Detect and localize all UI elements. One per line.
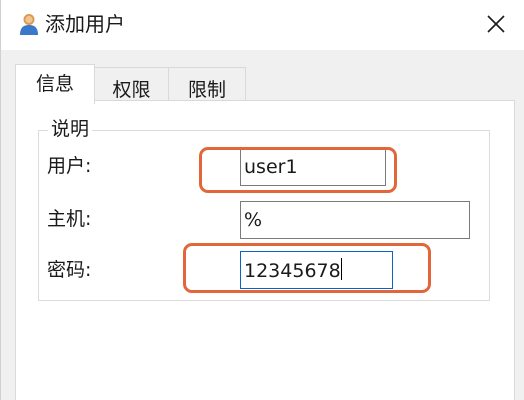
host-label: 主机:	[47, 208, 92, 230]
close-button[interactable]	[481, 8, 511, 40]
tab-permissions[interactable]: 权限	[94, 67, 169, 101]
window-title: 添加用户	[45, 12, 125, 36]
password-field-highlight	[183, 243, 431, 293]
host-input[interactable]: %	[240, 201, 470, 239]
user-field-highlight	[199, 147, 397, 193]
tab-limits[interactable]: 限制	[168, 67, 246, 101]
tab-info[interactable]: 信息	[15, 64, 95, 104]
password-label: 密码:	[47, 259, 92, 281]
dialog-body: 信息 权限 限制 说明 用户: user1 主机: % 密码: 12345678	[1, 50, 524, 400]
close-icon	[487, 15, 505, 33]
groupbox-title: 说明	[48, 117, 93, 141]
user-icon	[19, 13, 39, 35]
title-bar: 添加用户	[1, 0, 524, 50]
user-label: 用户:	[47, 155, 92, 177]
add-user-dialog: 添加用户 信息 权限 限制 说明 用户: user1 主机: % 密码: 123…	[0, 0, 524, 400]
